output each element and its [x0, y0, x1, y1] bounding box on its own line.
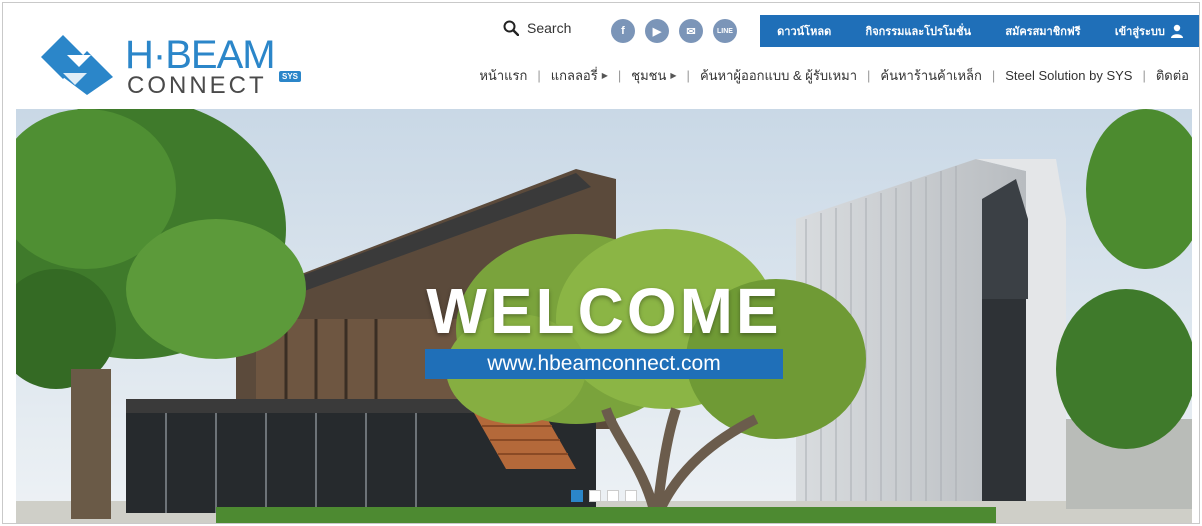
- social-links: f ▶ ✉ LINE: [611, 19, 737, 43]
- nav-divider: |: [617, 68, 622, 83]
- login-link[interactable]: เข้าสู่ระบบ: [1115, 22, 1184, 40]
- nav-find-store-label: ค้นหาร้านค้าเหล็ก: [880, 68, 982, 83]
- nav-gallery-label: แกลลอรี่: [550, 68, 598, 83]
- nav-find-store[interactable]: ค้นหาร้านค้าเหล็ก: [880, 65, 981, 86]
- caret-right-icon: ▶: [601, 71, 608, 80]
- facebook-icon[interactable]: f: [611, 19, 635, 43]
- logo-badge-sys: SYS: [279, 71, 302, 82]
- logo-text-hbeam: H·BEAM: [125, 33, 276, 77]
- search-label: Search: [527, 20, 572, 36]
- nav-find-designer[interactable]: ค้นหาผู้ออกแบบ & ผู้รับเหมา: [700, 65, 857, 86]
- nav-divider: |: [867, 68, 871, 83]
- download-link[interactable]: ดาวน์โหลด: [777, 22, 831, 40]
- nav-home-label: หน้าแรก: [479, 68, 528, 83]
- nav-contact-label: ติดต่อ: [1155, 68, 1189, 83]
- nav-steel-solution[interactable]: Steel Solution by SYS: [1005, 68, 1132, 83]
- user-icon: [1170, 24, 1183, 38]
- top-action-bar: ดาวน์โหลด กิจกรรมและโปรโมชั่น สมัครสมาชิ…: [760, 15, 1199, 47]
- nav-divider: |: [991, 68, 996, 83]
- nav-divider: |: [537, 68, 541, 83]
- slide-dot[interactable]: [607, 490, 619, 502]
- line-icon[interactable]: LINE: [713, 19, 737, 43]
- hero-title: WELCOME: [426, 275, 782, 347]
- nav-find-designer-label: ค้นหาผู้ออกแบบ & ผู้รับเหมา: [699, 68, 858, 83]
- promotions-link[interactable]: กิจกรรมและโปรโมชั่น: [866, 22, 972, 40]
- slide-dot[interactable]: [625, 490, 637, 502]
- register-link[interactable]: สมัครสมาชิกฟรี: [1005, 22, 1080, 40]
- hero-url-banner[interactable]: www.hbeamconnect.com: [425, 349, 783, 379]
- logo-text-connect: CONNECT: [127, 72, 267, 99]
- search-button[interactable]: Search: [503, 20, 571, 36]
- search-icon: [503, 20, 519, 36]
- page-frame: H·BEAM CONNECT SYS Search f ▶ ✉ LINE ดาว…: [2, 2, 1200, 524]
- nav-contact[interactable]: ติดต่อ: [1156, 65, 1189, 86]
- nav-gallery[interactable]: แกลลอรี่ ▶: [551, 65, 608, 86]
- caret-right-icon: ▶: [670, 71, 677, 80]
- nav-home[interactable]: หน้าแรก: [479, 65, 527, 86]
- hero-banner[interactable]: WELCOME www.hbeamconnect.com: [16, 109, 1192, 523]
- slide-dot[interactable]: [571, 490, 583, 502]
- nav-divider: |: [686, 68, 690, 83]
- site-logo[interactable]: H·BEAM CONNECT SYS: [39, 33, 309, 99]
- email-icon[interactable]: ✉: [679, 19, 703, 43]
- nav-community-label: ชุมชน: [631, 68, 667, 83]
- nav-community[interactable]: ชุมชน ▶: [631, 65, 676, 86]
- nav-steel-solution-label: Steel Solution by SYS: [1005, 68, 1133, 83]
- slider-pagination: [571, 490, 637, 502]
- slide-dot[interactable]: [589, 490, 601, 502]
- main-nav: หน้าแรก | แกลลอรี่ ▶ | ชุมชน ▶ | ค้นหาผู้อ…: [479, 65, 1189, 86]
- youtube-icon[interactable]: ▶: [645, 19, 669, 43]
- login-label: เข้าสู่ระบบ: [1114, 26, 1165, 38]
- logo-mark-icon: [41, 35, 113, 95]
- nav-divider: |: [1142, 68, 1146, 83]
